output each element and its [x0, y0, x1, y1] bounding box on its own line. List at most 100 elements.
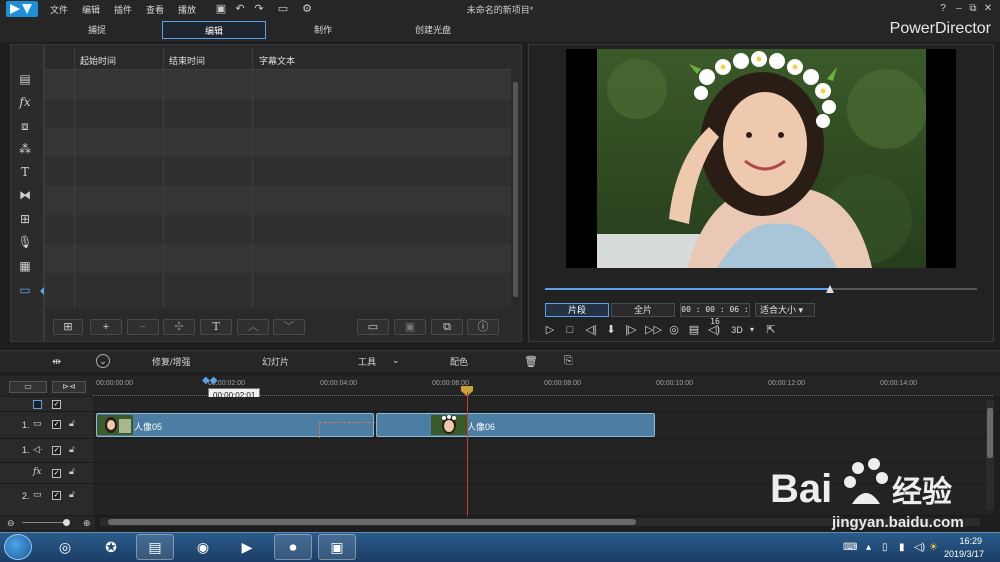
info-button[interactable]: ⓘ — [467, 319, 499, 335]
pip-icon[interactable]: ⧈ — [17, 118, 33, 134]
repair-enhance-button[interactable]: 修复/增强 — [152, 355, 191, 368]
fit-timeline-icon[interactable]: ⊳⊲ — [52, 381, 86, 393]
voice-over-icon[interactable]: 🎙 — [17, 234, 33, 250]
subtitle-settings-button[interactable]: ⧉ — [431, 319, 463, 335]
save-icon[interactable]: ▣ — [214, 2, 228, 16]
particle-icon[interactable]: ⁂ — [17, 141, 33, 157]
clip-mode-button[interactable]: 片段 — [545, 303, 609, 317]
track-enable-checkbox[interactable]: ✓ — [52, 469, 61, 478]
transition-icon[interactable]: ⧓ — [17, 187, 33, 203]
weather-icon[interactable]: ☀ — [929, 542, 938, 553]
table-row[interactable] — [45, 70, 511, 99]
timeline-vertical-scroll-thumb[interactable] — [987, 408, 993, 458]
merge-subtitle-button[interactable]: ✣ — [163, 319, 195, 335]
redo-icon[interactable]: ↷ — [252, 2, 266, 16]
play-icon[interactable]: ▷ — [543, 323, 557, 337]
stop-icon[interactable]: □ — [563, 323, 577, 337]
column-header-start-time[interactable]: 起始时间 — [80, 54, 116, 67]
table-row[interactable] — [45, 99, 511, 128]
chapter-icon[interactable]: ▦ — [17, 258, 33, 274]
range-marker-icon[interactable]: ◆◆ — [202, 376, 217, 386]
video-track-2[interactable] — [93, 484, 993, 516]
add-subtitle-button[interactable]: + — [90, 319, 122, 335]
delete-trash-icon[interactable]: 🗑 — [524, 355, 538, 368]
export-clip-icon[interactable]: ⎘ — [564, 355, 573, 368]
column-header-end-time[interactable]: 结束时间 — [169, 54, 205, 67]
open-folder-button[interactable]: ▭ — [357, 319, 389, 335]
settings-gear-icon[interactable]: ⚙ — [300, 2, 314, 16]
slideshow-button[interactable]: 幻灯片 — [262, 355, 289, 368]
previous-frame-icon[interactable]: ◁| — [584, 323, 598, 337]
tools-button[interactable]: 工具 — [358, 355, 376, 368]
firefox-icon[interactable]: ◉ — [184, 534, 222, 560]
table-row[interactable] — [45, 215, 511, 244]
qq-icon[interactable]: ✪ — [92, 534, 130, 560]
tray-expand-icon[interactable]: ▴ — [866, 542, 871, 553]
menu-view[interactable]: 查看 — [146, 3, 164, 16]
track-enable-checkbox[interactable]: ✓ — [52, 446, 61, 455]
table-row[interactable] — [45, 186, 511, 215]
lock-icon[interactable]: 🔓︎ — [69, 418, 75, 429]
volume-icon[interactable]: ◁) — [707, 323, 721, 337]
title-icon[interactable]: T — [17, 164, 33, 180]
network-icon[interactable]: ▮ — [899, 542, 905, 553]
zoom-slider-track[interactable] — [22, 522, 68, 523]
track-enable-checkbox[interactable]: ✓ — [52, 420, 61, 429]
subtitle-icon[interactable]: ▭ — [17, 282, 33, 298]
table-row[interactable] — [45, 244, 511, 273]
fast-forward-icon[interactable]: ▷▷ — [645, 323, 662, 337]
movie-mode-button[interactable]: 全片 — [611, 303, 675, 317]
fit-size-dropdown[interactable]: 适合大小 ▾ — [755, 303, 815, 317]
close-button[interactable]: ✕ — [981, 2, 995, 16]
playback-position-knob[interactable] — [826, 285, 834, 293]
subtitle-toggle-icon[interactable]: ▤ — [687, 323, 701, 337]
audio-mix-icon[interactable]: ⊞ — [17, 211, 33, 227]
export-subtitle-button[interactable]: ▣ — [394, 319, 426, 335]
zoom-out-icon[interactable]: ⊖ — [7, 518, 15, 529]
split-clip-icon[interactable]: ⇹ — [52, 355, 61, 368]
import-subtitle-button[interactable]: ⊞ — [53, 319, 83, 335]
undo-icon[interactable]: ↶ — [233, 2, 247, 16]
tab-capture[interactable]: 捕捉 — [72, 21, 122, 39]
zoom-in-icon[interactable]: ⊕ — [83, 518, 91, 529]
timeline-clip[interactable] — [376, 413, 655, 437]
table-row[interactable] — [45, 273, 511, 308]
timeline-horizontal-scroll-thumb[interactable] — [108, 519, 636, 525]
tools-dropdown-icon[interactable]: ⌄ — [392, 355, 400, 366]
fx-icon[interactable]: fx — [17, 94, 33, 110]
tab-produce[interactable]: 制作 — [300, 21, 346, 39]
menu-plugins[interactable]: 插件 — [114, 3, 132, 16]
three-d-toggle[interactable]: 3D — [729, 323, 745, 337]
master-enable-checkbox[interactable]: ✓ — [52, 400, 61, 409]
menu-play[interactable]: 播放 — [178, 3, 196, 16]
snapshot-icon[interactable]: ◎ — [667, 323, 681, 337]
subtitle-scrollbar-thumb[interactable] — [513, 82, 518, 297]
timecode-display[interactable]: 00 : 00 : 06 : 16 — [680, 303, 750, 326]
move-down-button[interactable]: ﹀ — [273, 319, 305, 335]
move-up-button[interactable]: ︿ — [237, 319, 269, 335]
keyboard-icon[interactable]: ⌨ — [843, 542, 857, 553]
three-d-dropdown-icon[interactable]: ▾ — [745, 323, 759, 337]
column-header-subtitle-text[interactable]: 字幕文本 — [259, 54, 295, 67]
clock-time[interactable]: 16:29 — [959, 536, 982, 546]
tab-edit[interactable]: 编辑 — [162, 21, 266, 39]
usb-device-icon[interactable]: ▯ — [882, 542, 888, 553]
lock-icon[interactable]: 🔓︎ — [69, 489, 75, 500]
powerdirector-taskbar-icon[interactable]: ▣ — [318, 534, 356, 560]
restore-button[interactable]: ⧉ — [966, 2, 980, 16]
table-row[interactable] — [45, 157, 511, 186]
aspect-ratio-icon[interactable]: ▭ — [273, 2, 293, 16]
text-format-button[interactable]: T — [200, 319, 232, 335]
color-match-button[interactable]: 配色 — [450, 355, 468, 368]
master-select-box[interactable] — [33, 400, 42, 409]
menu-edit[interactable]: 编辑 — [82, 3, 100, 16]
mark-in-icon[interactable]: ⬇ — [604, 323, 618, 337]
track-enable-checkbox[interactable]: ✓ — [52, 491, 61, 500]
media-room-icon[interactable]: ▤ — [17, 71, 33, 87]
undock-preview-icon[interactable]: ⇱ — [764, 323, 778, 337]
audio-track-1[interactable] — [93, 439, 993, 463]
next-frame-icon[interactable]: |▷ — [624, 323, 638, 337]
zoom-slider-knob[interactable] — [63, 519, 70, 526]
minimize-button[interactable]: – — [952, 2, 966, 16]
start-button[interactable] — [4, 534, 32, 560]
